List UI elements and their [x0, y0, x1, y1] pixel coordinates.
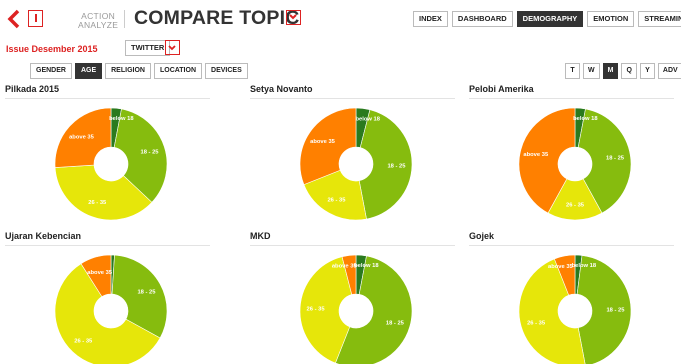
nav-button-dashboard[interactable]: DASHBOARD [451, 11, 513, 27]
category-tab-gender[interactable]: GENDER [30, 63, 72, 79]
topic-title: Pilkada 2015 [5, 84, 210, 99]
topic-title: Pelobi Amerika [469, 84, 674, 99]
nav-button-index[interactable]: INDEX [413, 11, 448, 27]
slice-label-26-35: 26 - 35 [327, 197, 346, 203]
period-tab-y[interactable]: Y [639, 63, 655, 79]
slice-label-18-25: 18 - 25 [606, 156, 625, 162]
divider [124, 10, 125, 28]
period-tab-t[interactable]: T [565, 63, 580, 79]
period-tab-m[interactable]: M [602, 63, 619, 79]
topic-chart-grid: Pilkada 2015 below 18 18 - 25 26 - 35 above … [0, 82, 681, 364]
topic-title: Gojek [469, 231, 674, 246]
age-donut-chart: 18 - 25 26 - 35 above 35 [54, 254, 168, 364]
age-donut-chart: below 18 18 - 25 26 - 35 above 35 [299, 254, 413, 364]
source-dropdown-chevron-icon[interactable] [165, 40, 180, 55]
slice-label-above-35: above 35 [69, 134, 95, 140]
slice-label-above-35: above 35 [523, 152, 549, 158]
topic-panel-setya-novanto: Setya Novanto below 18 18 - 25 26 - 35 above… [250, 84, 460, 232]
slice-label-below-18: below 18 [354, 263, 379, 269]
header-bar: ACTION ANALYZE COMPARE TOPIC INDEX DASHBO… [0, 0, 681, 38]
top-nav: INDEXDASHBOARDDEMOGRAPHYEMOTIONSTREAMING [413, 11, 681, 27]
page-title: COMPARE TOPIC [134, 7, 300, 29]
slice-label-below-18: below 18 [109, 116, 134, 122]
slice-label-26-35: 26 - 35 [74, 339, 93, 345]
sidebar-toggle-icon[interactable] [28, 10, 43, 27]
slice-label-18-25: 18 - 25 [606, 308, 625, 314]
title-dropdown-chevron-icon[interactable] [286, 10, 301, 25]
slice-label-below-18: below 18 [572, 263, 597, 269]
slice-label-above-35: above 35 [87, 270, 113, 276]
topic-panel-ujaran-kebencian: Ujaran Kebencian 18 - 25 26 - 35 above 35 [5, 231, 215, 364]
slice-label-above-35: above 35 [548, 264, 574, 270]
period-tab-adv[interactable]: ADV [657, 63, 681, 79]
period-tab-q[interactable]: Q [621, 63, 637, 79]
topic-title: MKD [250, 231, 455, 246]
slice-label-18-25: 18 - 25 [386, 320, 405, 326]
slice-label-26-35: 26 - 35 [88, 200, 107, 206]
topic-title: Ujaran Kebencian [5, 231, 210, 246]
topic-panel-gojek: Gojek below 18 18 - 25 26 - 35 above 35 [469, 231, 679, 364]
period-tab-w[interactable]: W [583, 63, 600, 79]
category-tab-religion[interactable]: RELIGION [105, 63, 151, 79]
topic-panel-pilkada-2015: Pilkada 2015 below 18 18 - 25 26 - 35 above … [5, 84, 215, 232]
issue-label: Issue Desember 2015 [6, 44, 98, 54]
slice-above-35[interactable] [299, 107, 357, 186]
category-tab-location[interactable]: LOCATION [153, 63, 203, 79]
nav-button-emotion[interactable]: EMOTION [587, 11, 635, 27]
slice-label-18-25: 18 - 25 [140, 149, 159, 155]
age-donut-chart: below 18 18 - 25 26 - 35 above 35 [54, 107, 168, 221]
slice-label-above-35: above 35 [332, 263, 358, 269]
nav-button-streaming[interactable]: STREAMING [638, 11, 681, 27]
back-chevron-icon[interactable] [6, 8, 22, 30]
topic-panel-pelobi-amerika: Pelobi Amerika below 18 18 - 25 26 - 35 abov… [469, 84, 679, 232]
slice-label-above-35: above 35 [310, 139, 336, 145]
slice-label-18-25: 18 - 25 [387, 163, 406, 169]
slice-label-26-35: 26 - 35 [566, 203, 585, 209]
age-donut-chart: below 18 18 - 25 26 - 35 above 35 [299, 107, 413, 221]
age-donut-chart: below 18 18 - 25 26 - 35 above 35 [518, 254, 632, 364]
slice-label-26-35: 26 - 35 [307, 306, 326, 312]
nav-button-demography[interactable]: DEMOGRAPHY [516, 11, 584, 27]
topic-title: Setya Novanto [250, 84, 455, 99]
slice-label-26-35: 26 - 35 [527, 320, 546, 326]
source-select[interactable]: TWITTER [125, 40, 171, 56]
slice-label-below-18: below 18 [356, 116, 381, 122]
category-tab-age[interactable]: AGE [74, 63, 103, 79]
slice-label-below-18: below 18 [573, 116, 598, 122]
demography-category-tabs: GENDER AGE RELIGION LOCATION DEVICES [30, 63, 248, 79]
topic-panel-mkd: MKD below 18 18 - 25 26 - 35 above 35 [250, 231, 460, 364]
age-donut-chart: below 18 18 - 25 26 - 35 above 35 [518, 107, 632, 221]
period-tabs: T W M Q Y ADV [565, 63, 681, 79]
slice-label-18-25: 18 - 25 [137, 289, 156, 295]
category-tab-devices[interactable]: DEVICES [205, 63, 248, 79]
action-analyze-label: ACTION ANALYZE [78, 11, 119, 30]
